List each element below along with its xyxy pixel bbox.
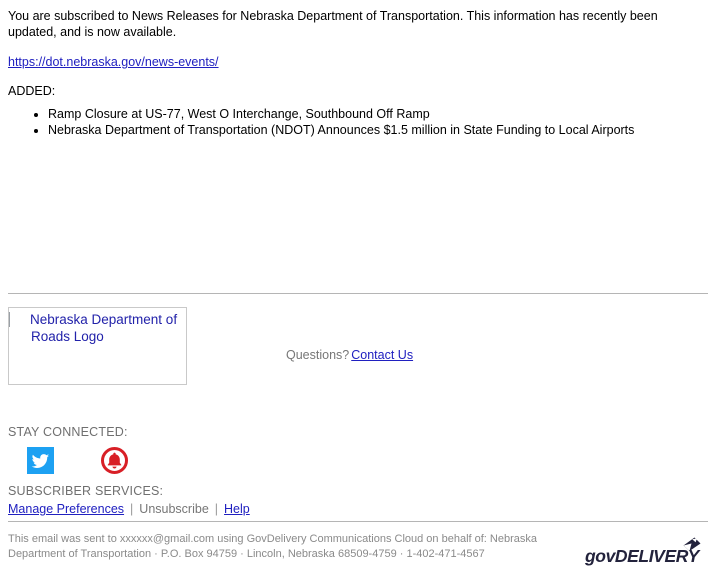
questions-block: Questions? Contact Us — [286, 347, 413, 363]
stay-connected-label: STAY CONNECTED: — [8, 425, 128, 439]
added-items-list: Ramp Closure at US-77, West O Interchang… — [8, 107, 694, 138]
list-item: Nebraska Department of Transportation (N… — [48, 123, 694, 138]
bottom-divider — [8, 521, 708, 522]
broken-image-icon — [9, 312, 28, 327]
footer-logo-row: Nebraska Department of Roads Logo Questi… — [0, 307, 708, 389]
stay-connected-section: STAY CONNECTED: — [8, 424, 428, 475]
added-label: ADDED: — [8, 84, 56, 98]
govdelivery-logo: govDELIVERY — [584, 536, 702, 570]
subscriber-services-section: SUBSCRIBER SERVICES: Manage Preferences |… — [8, 483, 468, 518]
social-icon-row — [8, 447, 428, 475]
email-disclaimer-text: This email was sent to xxxxxx@gmail.com … — [8, 533, 537, 560]
contact-us-link[interactable]: Contact Us — [351, 348, 413, 362]
footer-divider — [8, 293, 708, 294]
logo-alt-text: Nebraska Department of Roads Logo — [30, 312, 178, 344]
subscriber-services-label: SUBSCRIBER SERVICES: — [8, 484, 164, 498]
govdelivery-wordmark: govDELIVERY — [584, 546, 701, 566]
twitter-icon[interactable] — [27, 447, 54, 474]
questions-label: Questions? — [286, 348, 350, 362]
link-separator: | — [130, 502, 134, 516]
subscriber-links-row: Manage Preferences | Unsubscribe | Help — [8, 501, 468, 518]
logo-alt-text-wrapper: Nebraska Department of Roads Logo — [9, 311, 182, 345]
manage-preferences-link[interactable]: Manage Preferences — [8, 502, 124, 516]
list-item: Ramp Closure at US-77, West O Interchang… — [48, 107, 694, 122]
intro-paragraph: You are subscribed to News Releases for … — [8, 9, 658, 39]
email-message-body: You are subscribed to News Releases for … — [0, 0, 708, 138]
help-link[interactable]: Help — [224, 502, 250, 516]
unsubscribe-link[interactable]: Unsubscribe — [139, 502, 208, 516]
bell-icon[interactable] — [101, 447, 128, 474]
link-separator: | — [214, 502, 219, 516]
agency-logo-placeholder: Nebraska Department of Roads Logo — [8, 307, 187, 385]
source-url-link[interactable]: https://dot.nebraska.gov/news-events/ — [8, 54, 219, 70]
bottom-footer-bar: This email was sent to xxxxxx@gmail.com … — [0, 528, 708, 572]
